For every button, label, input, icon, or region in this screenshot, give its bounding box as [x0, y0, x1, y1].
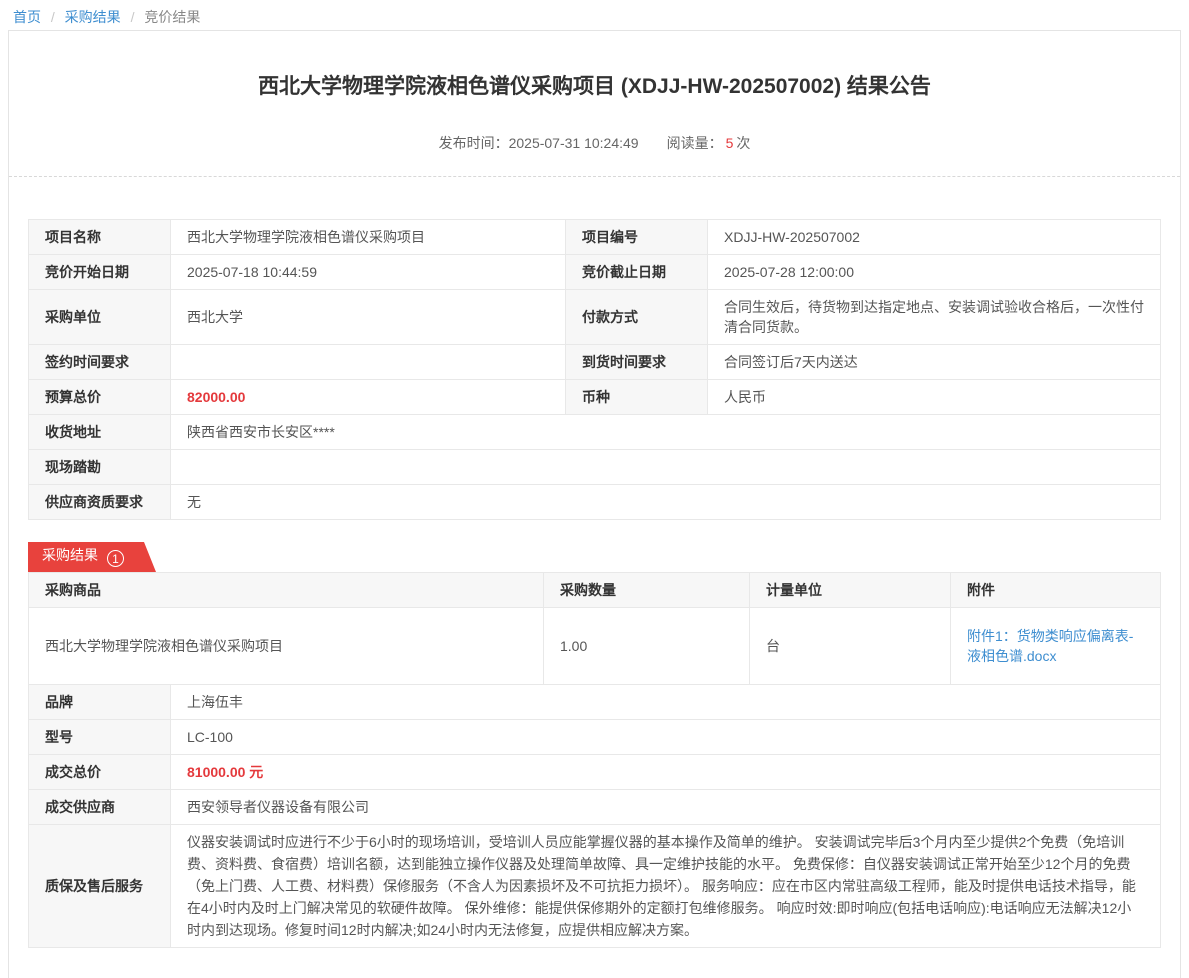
announcement-body: 项目名称 西北大学物理学院液相色谱仪采购项目 项目编号 XDJJ-HW-2025… [9, 177, 1180, 978]
views-count: 5 [726, 135, 734, 151]
views-label: 阅读量： [667, 135, 723, 151]
info-label: 采购单位 [29, 290, 171, 345]
column-header-product: 采购商品 [29, 573, 544, 608]
table-row: 质保及售后服务 仪器安装调试时应进行不少于6小时的现场培训，受培训人员应能掌握仪… [29, 825, 1161, 948]
info-label: 付款方式 [566, 290, 708, 345]
info-value [171, 450, 1161, 485]
info-value: 2025-07-28 12:00:00 [708, 255, 1161, 290]
table-header-row: 采购商品 采购数量 计量单位 附件 [29, 573, 1161, 608]
table-row: 竞价开始日期 2025-07-18 10:44:59 竞价截止日期 2025-0… [29, 255, 1161, 290]
views-unit: 次 [736, 135, 750, 151]
publish-meta: 发布时间：2025-07-31 10:24:49 阅读量：5次 [29, 135, 1160, 151]
table-row: 品牌 上海伍丰 [29, 685, 1161, 720]
table-row: 成交总价 81000.00 元 [29, 755, 1161, 790]
result-badge: 采购结果 1 [28, 542, 156, 572]
winning-supplier-value: 西安领导者仪器设备有限公司 [171, 790, 1161, 825]
table-row: 现场踏勘 [29, 450, 1161, 485]
page-title: 西北大学物理学院液相色谱仪采购项目 (XDJJ-HW-202507002) 结果… [29, 75, 1160, 99]
table-row: 项目名称 西北大学物理学院液相色谱仪采购项目 项目编号 XDJJ-HW-2025… [29, 220, 1161, 255]
table-row: 收货地址 陕西省西安市长安区**** [29, 415, 1161, 450]
attachment-link[interactable]: 附件1：货物类响应偏离表-液相色谱.docx [967, 628, 1133, 664]
breadcrumb-home-link[interactable]: 首页 [13, 9, 41, 25]
info-value: 西北大学 [171, 290, 566, 345]
unit-cell: 台 [750, 608, 951, 685]
table-row: 采购单位 西北大学 付款方式 合同生效后，待货物到达指定地点、安装调试验收合格后… [29, 290, 1161, 345]
info-label: 现场踏勘 [29, 450, 171, 485]
detail-label: 型号 [29, 720, 171, 755]
breadcrumb-separator: / [131, 9, 135, 25]
info-value: 人民币 [708, 380, 1161, 415]
info-label: 供应商资质要求 [29, 485, 171, 520]
brand-value: 上海伍丰 [171, 685, 1161, 720]
info-label: 竞价开始日期 [29, 255, 171, 290]
deal-total-price-value: 81000.00 元 [171, 755, 1161, 790]
info-value: 2025-07-18 10:44:59 [171, 255, 566, 290]
table-row: 西北大学物理学院液相色谱仪采购项目 1.00 台 附件1：货物类响应偏离表-液相… [29, 608, 1161, 685]
warranty-service-value: 仪器安装调试时应进行不少于6小时的现场培训，受培训人员应能掌握仪器的基本操作及简… [171, 825, 1161, 948]
supplier-detail-table: 品牌 上海伍丰 型号 LC-100 成交总价 81000.00 元 成交供应商 … [28, 684, 1161, 948]
detail-label: 成交供应商 [29, 790, 171, 825]
breadcrumb-current: 竞价结果 [144, 9, 200, 25]
info-label: 项目编号 [566, 220, 708, 255]
breadcrumb: 首页 / 采购结果 / 竞价结果 [0, 0, 1189, 30]
info-label: 币种 [566, 380, 708, 415]
info-label: 到货时间要求 [566, 345, 708, 380]
model-value: LC-100 [171, 720, 1161, 755]
announcement-card: 西北大学物理学院液相色谱仪采购项目 (XDJJ-HW-202507002) 结果… [8, 30, 1181, 978]
info-label: 预算总价 [29, 380, 171, 415]
breadcrumb-section-link[interactable]: 采购结果 [65, 9, 121, 25]
table-row: 型号 LC-100 [29, 720, 1161, 755]
detail-label: 品牌 [29, 685, 171, 720]
breadcrumb-separator: / [51, 9, 55, 25]
quantity-cell: 1.00 [544, 608, 750, 685]
product-name-cell: 西北大学物理学院液相色谱仪采购项目 [29, 608, 544, 685]
info-value: 西北大学物理学院液相色谱仪采购项目 [171, 220, 566, 255]
detail-label: 质保及售后服务 [29, 825, 171, 948]
column-header-attachment: 附件 [951, 573, 1161, 608]
result-count-badge: 1 [107, 550, 124, 567]
table-row: 签约时间要求 到货时间要求 合同签订后7天内送达 [29, 345, 1161, 380]
budget-total-value: 82000.00 [171, 380, 566, 415]
publish-time-value: 2025-07-31 10:24:49 [509, 135, 639, 151]
info-value: 合同生效后，待货物到达指定地点、安装调试验收合格后，一次性付清合同货款。 [708, 290, 1161, 345]
project-info-table: 项目名称 西北大学物理学院液相色谱仪采购项目 项目编号 XDJJ-HW-2025… [28, 219, 1161, 520]
info-label: 签约时间要求 [29, 345, 171, 380]
info-value: 合同签订后7天内送达 [708, 345, 1161, 380]
result-badge-label: 采购结果 [42, 547, 98, 563]
publish-time-label: 发布时间： [439, 135, 509, 151]
info-value: XDJJ-HW-202507002 [708, 220, 1161, 255]
info-label: 竞价截止日期 [566, 255, 708, 290]
table-row: 预算总价 82000.00 币种 人民币 [29, 380, 1161, 415]
column-header-unit: 计量单位 [750, 573, 951, 608]
info-label: 收货地址 [29, 415, 171, 450]
column-header-quantity: 采购数量 [544, 573, 750, 608]
info-label: 项目名称 [29, 220, 171, 255]
announcement-header: 西北大学物理学院液相色谱仪采购项目 (XDJJ-HW-202507002) 结果… [9, 31, 1180, 176]
result-table: 采购商品 采购数量 计量单位 附件 西北大学物理学院液相色谱仪采购项目 1.00… [28, 572, 1161, 685]
info-value: 陕西省西安市长安区**** [171, 415, 1161, 450]
info-value: 无 [171, 485, 1161, 520]
table-row: 成交供应商 西安领导者仪器设备有限公司 [29, 790, 1161, 825]
info-value [171, 345, 566, 380]
table-row: 供应商资质要求 无 [29, 485, 1161, 520]
result-section-header: 采购结果 1 [28, 542, 1161, 572]
detail-label: 成交总价 [29, 755, 171, 790]
